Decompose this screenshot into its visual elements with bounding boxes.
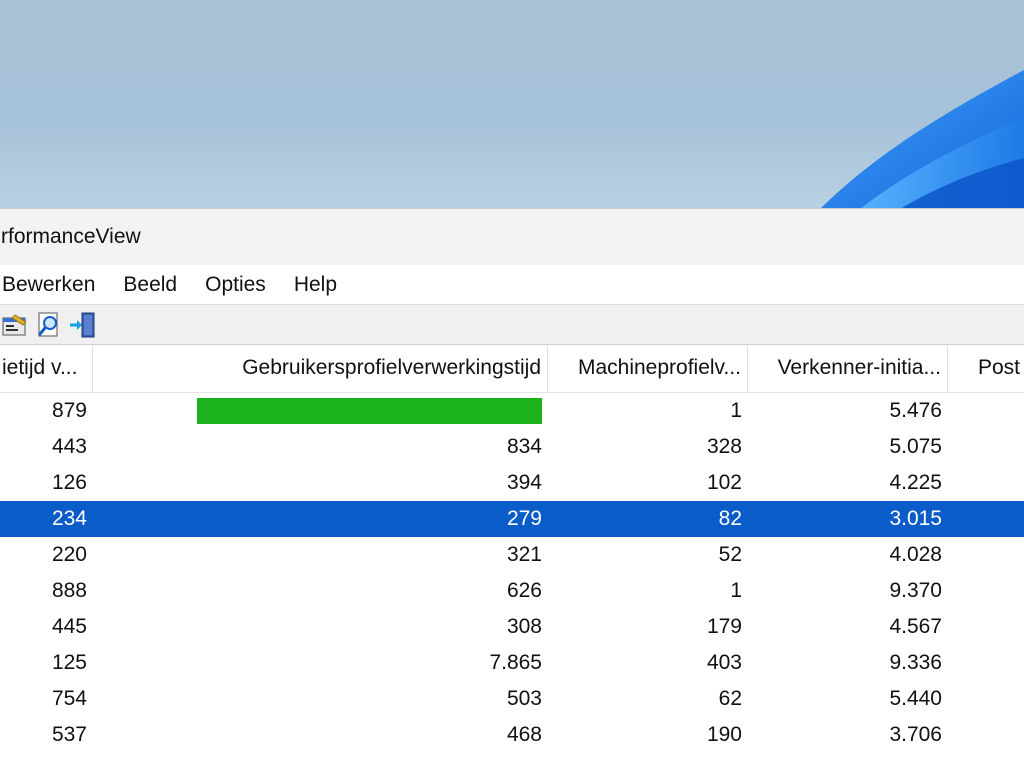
table-cell: 308 xyxy=(506,615,542,638)
table-cell: 9.370 xyxy=(889,579,942,602)
column-header[interactable]: Post xyxy=(948,345,1024,393)
table-cell: 3.706 xyxy=(889,723,942,746)
table-cell: 1 xyxy=(730,579,742,602)
table-row[interactable]: 125 7.865 403 9.336 xyxy=(0,645,1024,681)
table-cell: 9.336 xyxy=(889,651,942,674)
desktop-wallpaper xyxy=(0,0,1024,209)
table-row[interactable]: 888 626 1 9.370 xyxy=(0,573,1024,609)
table-cell: 220 xyxy=(51,543,87,566)
table-cell: 5.440 xyxy=(889,687,942,710)
table-cell: 52 xyxy=(718,543,742,566)
table-cell: 394 xyxy=(506,471,542,494)
table-cell xyxy=(948,681,1024,717)
table-cell: 3.015 xyxy=(889,507,942,530)
table-cell xyxy=(948,429,1024,465)
table-cell: 125 xyxy=(51,651,87,674)
table-cell: 126 xyxy=(51,471,87,494)
table-row[interactable]: 445 308 179 4.567 xyxy=(0,609,1024,645)
table-cell: 179 xyxy=(706,615,742,638)
table-cell: 4.225 xyxy=(889,471,942,494)
table-cell: 403 xyxy=(706,651,742,674)
column-header[interactable]: ietijd v... xyxy=(0,345,93,393)
table-cell: 82 xyxy=(718,507,742,530)
column-header[interactable]: Verkenner-initia... xyxy=(748,345,948,393)
exit-icon xyxy=(70,312,95,337)
table-cell: 279 xyxy=(506,507,542,530)
table-row[interactable]: 879 1 5.476 xyxy=(0,393,1024,429)
table-cell: 626 xyxy=(506,579,542,602)
table-row[interactable]: 537 468 190 3.706 xyxy=(0,717,1024,753)
window-title: rformanceView xyxy=(1,225,141,248)
search-icon xyxy=(38,312,58,336)
table-cell xyxy=(948,537,1024,573)
table-row[interactable]: 126 394 102 4.225 xyxy=(0,465,1024,501)
window-titlebar[interactable]: rformanceView xyxy=(0,209,1024,265)
table-row[interactable]: 220 321 52 4.028 xyxy=(0,537,1024,573)
menu-bewerken[interactable]: Bewerken xyxy=(0,265,109,305)
table-cell xyxy=(93,393,548,429)
table-cell: 7.865 xyxy=(489,651,542,674)
table-cell: 321 xyxy=(506,543,542,566)
table-cell xyxy=(948,465,1024,501)
menu-opties[interactable]: Opties xyxy=(191,265,280,305)
table-cell: 5.075 xyxy=(889,435,942,458)
find-button[interactable] xyxy=(34,310,64,340)
table-cell: 445 xyxy=(51,615,87,638)
exit-button[interactable] xyxy=(68,310,98,340)
properties-icon xyxy=(2,313,27,335)
table-cell: 888 xyxy=(51,579,87,602)
table-cell xyxy=(948,609,1024,645)
table-row[interactable]: 234 279 82 3.015 xyxy=(0,501,1024,537)
properties-button[interactable] xyxy=(0,310,30,340)
table-cell: 234 xyxy=(51,507,87,530)
table-cell: 4.028 xyxy=(889,543,942,566)
table-cell xyxy=(948,717,1024,753)
table-cell xyxy=(948,393,1024,429)
table-cell: 537 xyxy=(51,723,87,746)
toolbar xyxy=(0,305,1024,345)
table-cell: 102 xyxy=(706,471,742,494)
menu-help[interactable]: Help xyxy=(280,265,351,305)
table-body: 879 1 5.476 443 834 328 5.075 126 394 102 4.225 234… xyxy=(0,393,1024,753)
table-cell: 5.476 xyxy=(889,399,942,422)
table-cell: 503 xyxy=(506,687,542,710)
table-cell: 468 xyxy=(506,723,542,746)
table-header: ietijd v... Gebruikersprofielverwerkings… xyxy=(0,345,1024,393)
table-cell: 62 xyxy=(718,687,742,710)
wallpaper-bloom-graphic xyxy=(820,70,1024,209)
value-bar xyxy=(197,398,542,424)
table-cell: 879 xyxy=(51,399,87,422)
table-cell: 754 xyxy=(51,687,87,710)
table-cell: 190 xyxy=(706,723,742,746)
table-cell xyxy=(948,573,1024,609)
table-cell: 4.567 xyxy=(889,615,942,638)
table-row[interactable]: 754 503 62 5.440 xyxy=(0,681,1024,717)
table-cell xyxy=(948,501,1024,537)
table-cell: 443 xyxy=(51,435,87,458)
column-header[interactable]: Gebruikersprofielverwerkingstijd xyxy=(93,345,548,393)
table-cell: 1 xyxy=(730,399,742,422)
performance-view-window: rformanceView Bewerken Beeld Opties Help xyxy=(0,208,1024,760)
table-cell: 328 xyxy=(706,435,742,458)
menu-bar: Bewerken Beeld Opties Help xyxy=(0,265,1024,305)
results-table: ietijd v... Gebruikersprofielverwerkings… xyxy=(0,345,1024,753)
table-cell xyxy=(948,645,1024,681)
column-header[interactable]: Machineprofielv... xyxy=(548,345,748,393)
table-row[interactable]: 443 834 328 5.075 xyxy=(0,429,1024,465)
table-cell: 834 xyxy=(506,435,542,458)
menu-beeld[interactable]: Beeld xyxy=(109,265,191,305)
